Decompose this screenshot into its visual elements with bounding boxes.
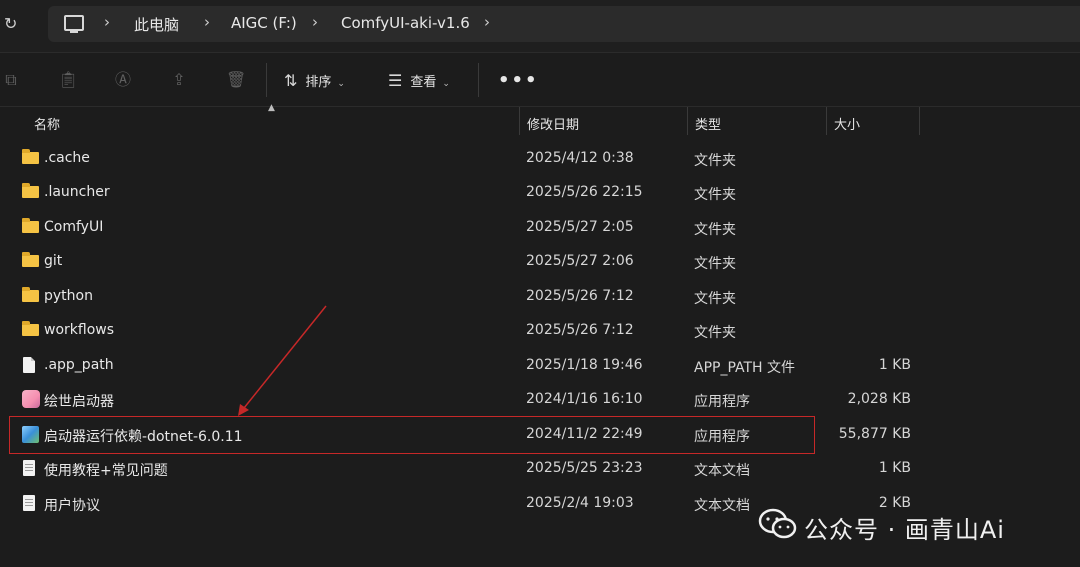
- annotation-arrow: [238, 305, 327, 416]
- wechat-logo-icon: [758, 508, 797, 539]
- watermark-text: 公众号 · 画青山Ai: [804, 516, 1005, 544]
- watermark: 公众号 · 画青山Ai: [736, 496, 1080, 554]
